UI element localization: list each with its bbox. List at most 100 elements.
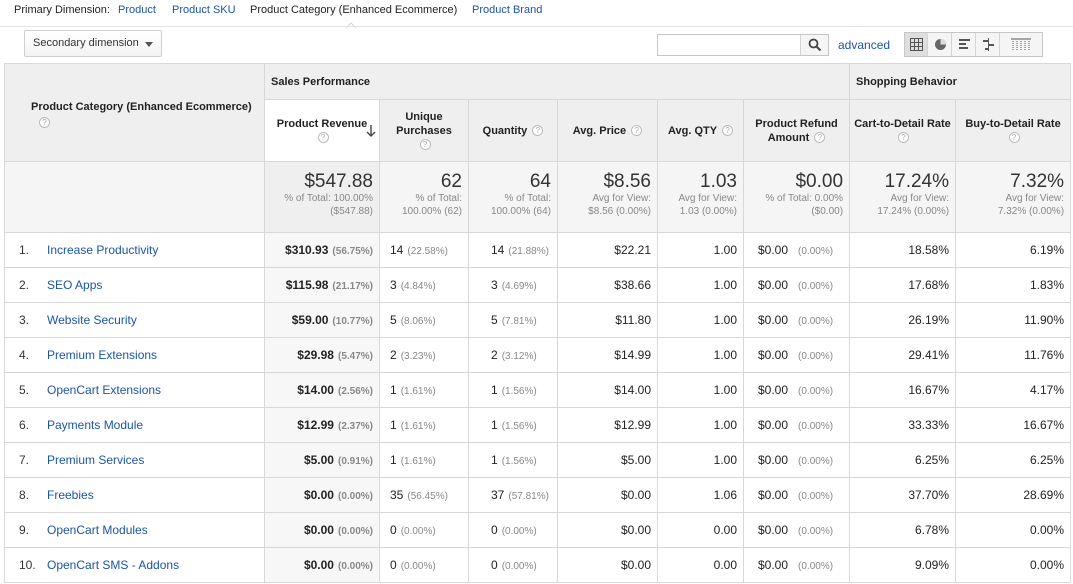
column-header-cart-to-detail-rate[interactable]: Cart-to-Detail Rate ? [849, 99, 957, 162]
cell-value: 14 [390, 243, 404, 257]
product-refund-cell: $0.00 (0.00%) [742, 302, 851, 338]
product-category-link[interactable]: SEO Apps [47, 278, 102, 292]
total-subtext: 100.00% (64) [490, 206, 551, 217]
help-icon[interactable]: ? [814, 132, 826, 144]
unique-purchases-cell: 0 (0.00%) [379, 547, 469, 583]
pivot-view-button[interactable] [1001, 33, 1043, 56]
total-value: $547.88 [304, 171, 373, 192]
product-revenue-cell: $5.00 (0.91%) [264, 442, 380, 478]
cell-value: $0.00 [758, 418, 789, 432]
product-refund-cell: $0.00 (0.00%) [742, 477, 851, 513]
total-subtext: $8.56 (0.00%) [588, 206, 651, 217]
help-icon[interactable]: ? [898, 132, 910, 144]
total-subtext: ($0.00) [811, 206, 844, 217]
dimension-option-product-sku[interactable]: Product SKU [172, 4, 236, 16]
dimension-option-product[interactable]: Product [118, 4, 156, 16]
column-header-buy-to-detail-rate[interactable]: Buy-to-Detail Rate ? [955, 99, 1072, 162]
help-icon[interactable]: ? [39, 117, 50, 129]
cell-value: 1 [491, 383, 498, 397]
cell-value: $0.00 [758, 453, 789, 467]
cell-value: $0.00 [758, 313, 789, 327]
help-icon[interactable]: ? [631, 125, 643, 137]
advanced-filter-link[interactable]: advanced [838, 38, 890, 52]
cell-percent: (2.56%) [337, 386, 373, 397]
column-header-quantity[interactable]: Quantity ? [468, 99, 558, 162]
product-category-link[interactable]: OpenCart Extensions [47, 383, 161, 397]
product-revenue-cell: $29.98 (5.47%) [264, 337, 380, 373]
quantity-cell: 0 (0.00%) [468, 547, 558, 583]
row-index: 2. [19, 278, 30, 292]
cell-value: 5 [491, 313, 498, 327]
avg-price-cell: $11.80 [557, 302, 658, 338]
search-input[interactable] [658, 35, 798, 55]
total-subtext: 100.00% (62) [401, 206, 462, 217]
cell-percent: (22.58%) [407, 246, 448, 257]
unique-purchases-cell: 1 (1.61%) [379, 442, 469, 478]
product-category-link[interactable]: Freebies [47, 488, 94, 502]
cell-percent: (1.61%) [400, 456, 436, 467]
unique-purchases-cell: 14 (22.58%) [379, 232, 469, 268]
column-header-avg-price[interactable]: Avg. Price ? [557, 99, 658, 162]
performance-view-icon [959, 39, 970, 49]
column-header-avg-qty[interactable]: Avg. QTY ? [657, 99, 744, 162]
dimension-option-product-brand[interactable]: Product Brand [472, 4, 542, 16]
cell-value: $0.00 [758, 348, 789, 362]
comparison-view-button[interactable] [977, 33, 1000, 56]
column-header-unique-purchases[interactable]: Unique Purchases ? [379, 99, 469, 162]
cart-to-detail-cell: 16.67% [849, 372, 957, 408]
product-refund-cell: $0.00 (0.00%) [742, 407, 851, 443]
totals-row: $547.88% of Total: 100.00% ($547.88) 62% … [4, 161, 1072, 233]
quantity-cell: 1 (1.56%) [468, 407, 558, 443]
product-category-link[interactable]: Premium Services [47, 453, 144, 467]
secondary-dimension-dropdown[interactable]: Secondary dimension [24, 30, 162, 57]
unique-purchases-cell: 2 (3.23%) [379, 337, 469, 373]
unique-purchases-cell: 0 (0.00%) [379, 512, 469, 548]
total-subtext: Avg for View: [890, 193, 950, 204]
dimension-column-header[interactable]: Product Category (Enhanced Ecommerce) ? [4, 63, 265, 162]
help-icon[interactable]: ? [419, 139, 431, 151]
help-icon[interactable]: ? [532, 125, 544, 137]
cell-percent: (4.69%) [501, 281, 537, 292]
unique-purchases-cell: 1 (1.61%) [379, 372, 469, 408]
help-icon[interactable]: ? [1008, 132, 1020, 144]
cell-value: $29.98 [297, 348, 334, 362]
cell-percent: (0.00%) [798, 386, 834, 397]
divider [0, 26, 1073, 27]
unique-purchases-cell: 5 (8.06%) [379, 302, 469, 338]
product-category-link[interactable]: OpenCart Modules [47, 523, 148, 537]
dimension-option-product-category[interactable]: Product Category (Enhanced Ecommerce) [250, 4, 457, 16]
cart-to-detail-cell: 17.68% [849, 267, 957, 303]
dimension-cell: 6. Payments Module [4, 407, 265, 443]
total-subtext: Avg for View: [678, 193, 737, 204]
avg-price-cell: $12.99 [557, 407, 658, 443]
help-icon[interactable]: ? [317, 132, 329, 144]
column-header-product-refund-amount[interactable]: Product Refund Amount ? [742, 99, 851, 162]
cell-value: 35 [390, 488, 404, 502]
product-category-link[interactable]: Premium Extensions [47, 348, 157, 362]
column-header-product-revenue[interactable]: Product Revenue ? [264, 99, 380, 162]
total-value: 1.03 [700, 171, 737, 192]
product-category-link[interactable]: Increase Productivity [47, 243, 158, 257]
dimension-cell: 3. Website Security [4, 302, 265, 338]
avg-price-cell: $0.00 [557, 547, 658, 583]
product-category-link[interactable]: OpenCart SMS - Addons [47, 558, 179, 572]
total-cell: $0.00% of Total: 0.00% ($0.00) [742, 161, 851, 233]
performance-view-button[interactable] [953, 33, 976, 56]
column-label: Buy-to-Detail Rate [965, 117, 1061, 130]
row-index: 4. [19, 348, 30, 362]
product-category-link[interactable]: Payments Module [47, 418, 143, 432]
dimension-cell: 9. OpenCart Modules [4, 512, 265, 548]
help-icon[interactable]: ? [721, 125, 733, 137]
table-row: 7. Premium Services $5.00 (0.91%) 1 (1.61%) 1(… [4, 442, 1072, 478]
search-button[interactable] [800, 35, 828, 55]
product-revenue-cell: $310.93 (56.75%) [264, 232, 380, 268]
column-label: Avg. QTY [668, 124, 717, 137]
product-category-link[interactable]: Website Security [47, 313, 137, 327]
table-row: 6. Payments Module $12.99 (2.37%) 1 (1.61%) 1(… [4, 407, 1072, 443]
product-refund-cell: $0.00 (0.00%) [742, 267, 851, 303]
cell-value: $0.00 [758, 278, 789, 292]
pie-view-button[interactable] [929, 33, 952, 56]
table-view-button[interactable] [905, 33, 928, 56]
cart-to-detail-cell: 18.58% [849, 232, 957, 268]
cell-percent: (1.56%) [501, 386, 537, 397]
